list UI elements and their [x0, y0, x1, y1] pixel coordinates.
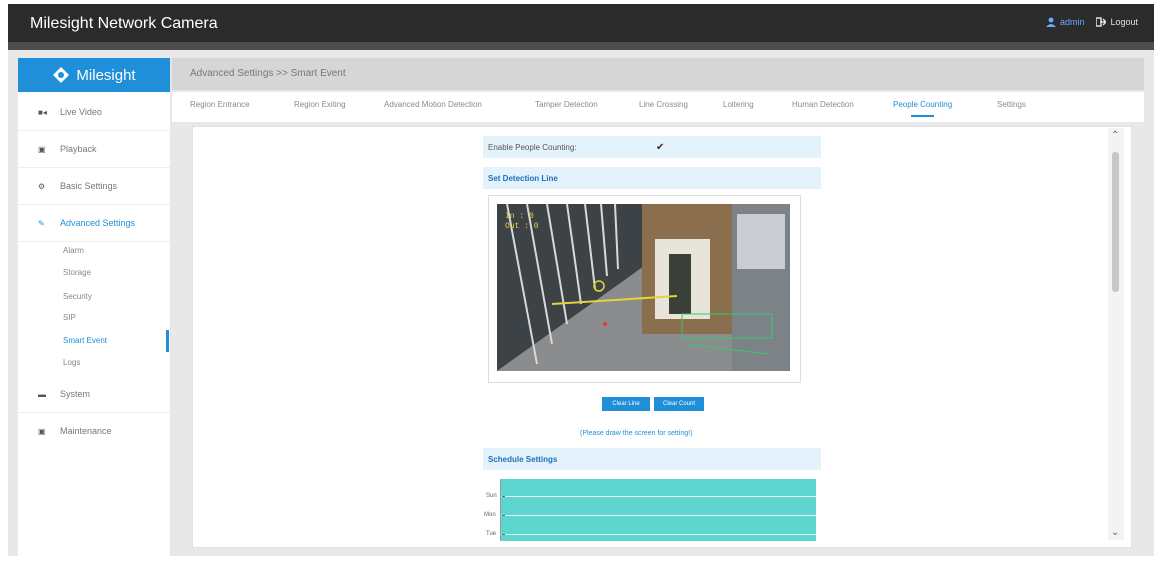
tab-line-crossing[interactable]: Line Crossing [639, 100, 688, 109]
clear-line-button[interactable]: Clear Line [602, 397, 650, 411]
day-label-tue: Tue [486, 531, 497, 537]
sidebar-subitem-sip[interactable]: SIP [63, 313, 76, 322]
sidebar-item-label: Advanced Settings [60, 218, 136, 228]
tab-tamper-detection[interactable]: Tamper Detection [535, 100, 598, 109]
enable-people-counting-row: Enable People Counting: ✔ [483, 136, 821, 158]
monitor-icon: ▬ [38, 389, 46, 399]
tab-loitering[interactable]: Loitering [723, 100, 754, 109]
sidebar: Milesight ■◂ Live Video ▣ Playback ⚙ Bas… [18, 58, 171, 556]
sidebar-item-advanced-settings[interactable]: ✎ Advanced Settings [18, 205, 170, 242]
video-camera-icon: ■◂ [38, 107, 47, 117]
clear-count-button[interactable]: Clear Count [654, 397, 704, 411]
schedule-axis [500, 479, 501, 541]
tab-people-counting[interactable]: People Counting [893, 100, 952, 117]
sidebar-item-playback[interactable]: ▣ Playback [18, 131, 170, 168]
sidebar-subitem-smart-event[interactable]: Smart Event [63, 336, 107, 345]
sidebar-item-label: System [60, 389, 91, 399]
camera-preview[interactable]: In : 0 Out : 0 [497, 204, 790, 371]
sidebar-item-live-video[interactable]: ■◂ Live Video [18, 94, 170, 131]
logout-button[interactable]: Logout [1096, 17, 1138, 27]
breadcrumb: Advanced Settings >> Smart Event [190, 68, 346, 79]
sidebar-subitem-logs[interactable]: Logs [63, 358, 80, 367]
count-out-label: Out : 0 [505, 222, 539, 231]
username-link[interactable]: admin [1060, 17, 1085, 27]
sidebar-subitem-security[interactable]: Security [63, 292, 92, 301]
schedule-row-line [500, 515, 816, 516]
topbar-divider [8, 42, 1154, 50]
axis-tick [502, 534, 505, 535]
camera-image [497, 204, 790, 371]
tab-region-exiting[interactable]: Region Exiting [294, 100, 346, 109]
sidebar-subitem-storage[interactable]: Storage [63, 268, 91, 277]
draw-hint: (Please draw the screen for setting!) [580, 430, 693, 437]
enable-people-counting-label: Enable People Counting: [488, 142, 577, 152]
tab-region-entrance[interactable]: Region Entrance [190, 100, 250, 109]
sidebar-item-basic-settings[interactable]: ⚙ Basic Settings [18, 168, 170, 205]
sidebar-item-label: Maintenance [60, 426, 112, 436]
scrollbar[interactable]: ⌃ ⌄ [1108, 128, 1124, 540]
enable-people-counting-checkbox[interactable]: ✔ [656, 142, 664, 153]
sidebar-subitem-alarm[interactable]: Alarm [63, 246, 84, 255]
toolbox-icon: ▣ [38, 426, 46, 436]
tab-advanced-motion-detection[interactable]: Advanced Motion Detection [384, 100, 482, 109]
day-label-sun: Sun [486, 493, 497, 499]
count-in-label: In : 0 [505, 212, 534, 221]
breadcrumb-bar: Advanced Settings >> Smart Event [172, 58, 1144, 90]
day-label-mon: Mon [484, 512, 496, 518]
sidebar-item-label: Basic Settings [60, 181, 118, 191]
logo-text: Milesight [76, 66, 136, 84]
sidebar-item-label: Playback [60, 144, 97, 154]
scrollbar-thumb[interactable] [1112, 152, 1119, 292]
wrench-icon: ✎ [38, 218, 45, 228]
schedule-grid[interactable] [500, 479, 816, 541]
user-icon [1045, 17, 1056, 27]
scroll-up-icon[interactable]: ⌃ [1111, 130, 1119, 141]
brand-logo[interactable]: Milesight [18, 58, 170, 92]
axis-tick [502, 515, 505, 516]
sidebar-item-label: Live Video [60, 107, 102, 117]
tab-human-detection[interactable]: Human Detection [792, 100, 854, 109]
app-title: Milesight Network Camera [30, 15, 218, 32]
logout-icon [1096, 17, 1107, 27]
tab-bar: Region Entrance Region Exiting Advanced … [172, 92, 1144, 122]
logout-label: Logout [1110, 17, 1138, 27]
film-icon: ▣ [38, 144, 46, 154]
detection-line-header: Set Detection Line [483, 167, 821, 189]
tab-settings[interactable]: Settings [997, 100, 1026, 109]
active-indicator [166, 330, 169, 352]
schedule-row-line [500, 534, 816, 535]
scroll-down-icon[interactable]: ⌄ [1111, 527, 1119, 538]
sidebar-item-system[interactable]: ▬ System [18, 376, 170, 413]
top-bar: Milesight Network Camera admin Logout [8, 4, 1154, 42]
sidebar-item-maintenance[interactable]: ▣ Maintenance [18, 413, 170, 449]
user-area: admin Logout [1045, 17, 1138, 27]
schedule-settings-header: Schedule Settings [483, 448, 821, 470]
gear-icon: ⚙ [38, 181, 46, 191]
schedule-row-line [500, 496, 816, 497]
axis-tick [502, 496, 505, 497]
milesight-logo-icon [53, 67, 70, 83]
